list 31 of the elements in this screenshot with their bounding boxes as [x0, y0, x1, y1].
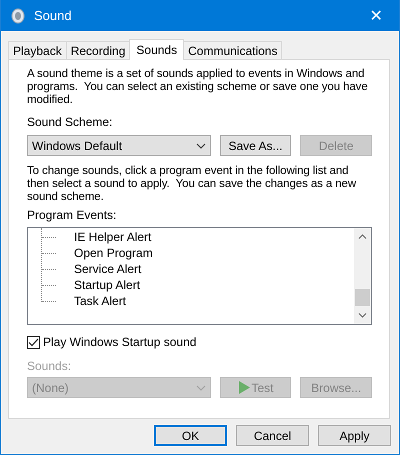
window-title: Sound — [34, 8, 72, 23]
play-icon — [238, 381, 250, 394]
tab[interactable]: Playback — [8, 41, 67, 59]
tab[interactable]: Communications — [183, 41, 282, 59]
speaker-icon — [11, 8, 25, 24]
tab[interactable]: Recording — [66, 41, 130, 59]
field-label: Program Events: — [27, 208, 118, 222]
list-item[interactable]: Startup Alert — [72, 278, 142, 292]
dialog-button[interactable]: Apply — [318, 425, 391, 446]
chevron-down-icon — [196, 142, 206, 148]
checkbox[interactable] — [27, 336, 40, 348]
field-label: Sounds: — [27, 359, 72, 373]
scroll-thumb[interactable] — [355, 289, 370, 306]
list-item[interactable]: Service Alert — [72, 262, 144, 276]
checkbox-label: Play Windows Startup sound — [43, 335, 196, 349]
dialog-button[interactable]: Cancel — [236, 425, 309, 446]
description-text: A sound theme is a set of sounds applied to events in Windows and programs. You can select an existing scheme or save one you have modified. — [27, 68, 369, 107]
dialog-button[interactable]: OK — [154, 425, 227, 446]
action-button[interactable]: Save As... — [220, 135, 292, 156]
scheme-dropdown[interactable]: Windows Default — [27, 135, 211, 156]
instruction-text: To change sounds, click a program event in the following list and then select a sound to apply. You can save the changes as a new sound scheme. — [27, 165, 358, 204]
scrollbar[interactable] — [354, 228, 371, 324]
list-item[interactable]: Task Alert — [72, 294, 128, 308]
list-item[interactable]: Open Program — [72, 246, 155, 260]
chevron-down-icon — [196, 384, 206, 390]
field-label: Sound Scheme: — [27, 115, 114, 129]
close-button[interactable]: ✕ — [353, 0, 399, 31]
scroll-down-icon[interactable] — [358, 313, 367, 318]
tab[interactable]: Sounds — [129, 39, 184, 60]
list-item[interactable]: IE Helper Alert — [72, 230, 154, 244]
scroll-up-icon[interactable] — [358, 234, 367, 239]
